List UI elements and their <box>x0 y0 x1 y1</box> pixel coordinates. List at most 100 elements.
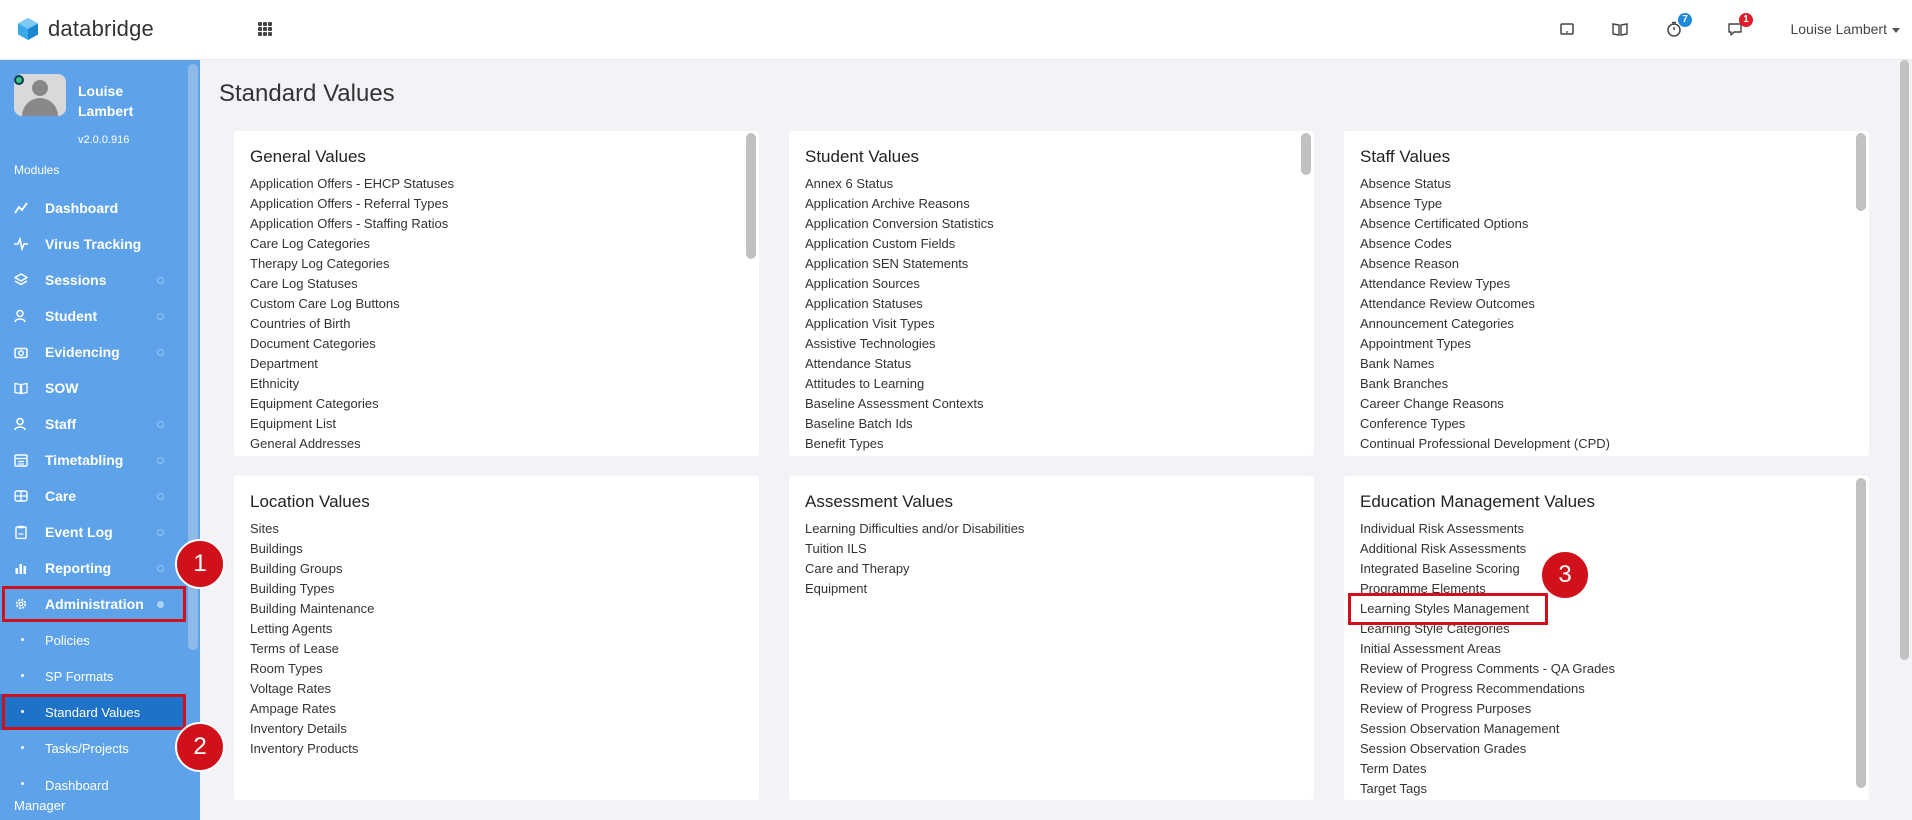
brand[interactable]: databridge <box>16 16 154 42</box>
list-item[interactable]: Bank Branches <box>1360 374 1610 394</box>
sidebar-item-evidencing[interactable]: Evidencing <box>0 334 186 370</box>
user-menu[interactable]: Louise Lambert <box>1790 21 1900 37</box>
list-item[interactable]: Letting Agents <box>250 619 374 639</box>
timer-icon[interactable]: 7 <box>1665 13 1692 38</box>
list-item[interactable]: Equipment <box>805 579 1024 599</box>
sidebar-item-student[interactable]: Student <box>0 298 186 334</box>
list-item[interactable]: Tuition ILS <box>805 539 1024 559</box>
sidebar-item-event-log[interactable]: Event Log <box>0 514 186 550</box>
list-item[interactable]: Document Categories <box>250 334 454 354</box>
list-item[interactable]: Absence Certificated Options <box>1360 214 1610 234</box>
sidebar-subitem-policies[interactable]: Policies <box>0 622 186 658</box>
sidebar-subitem-sp-formats[interactable]: SP Formats <box>0 658 186 694</box>
list-item[interactable]: Individual Risk Assessments <box>1360 519 1615 539</box>
card-scrollbar[interactable] <box>1301 133 1311 175</box>
list-item[interactable]: Building Maintenance <box>250 599 374 619</box>
list-item[interactable]: Career Change Reasons <box>1360 394 1610 414</box>
list-item[interactable]: Buildings <box>250 539 374 559</box>
tablet-icon[interactable] <box>1558 20 1576 38</box>
list-item[interactable]: Benefit Types <box>805 434 994 454</box>
sidebar-subitem-dashboard-manager[interactable]: Dashboard Manager <box>0 766 186 813</box>
list-item[interactable]: Equipment Categories <box>250 394 454 414</box>
list-item[interactable]: Review of Progress Purposes <box>1360 699 1615 719</box>
list-item[interactable]: Application Visit Types <box>805 314 994 334</box>
calendar-icon <box>14 454 28 467</box>
list-item[interactable]: Initial Assessment Areas <box>1360 639 1615 659</box>
list-item[interactable]: Review of Progress Recommendations <box>1360 679 1615 699</box>
list-item[interactable]: Ampage Rates <box>250 699 374 719</box>
chart-line-icon <box>14 202 28 214</box>
list-item[interactable]: Attendance Review Types <box>1360 274 1610 294</box>
list-item[interactable]: Announcement Categories <box>1360 314 1610 334</box>
expand-indicator-icon <box>157 529 164 536</box>
card-scrollbar[interactable] <box>1856 478 1866 788</box>
sidebar-item-timetabling[interactable]: Timetabling <box>0 442 186 478</box>
sidebar-item-reporting[interactable]: Reporting <box>0 550 186 586</box>
sidebar-item-sessions[interactable]: Sessions <box>0 262 186 298</box>
list-item[interactable]: Application Offers - EHCP Statuses <box>250 174 454 194</box>
list-item[interactable]: Application Offers - Staffing Ratios <box>250 214 454 234</box>
list-item[interactable]: Building Types <box>250 579 374 599</box>
list-item[interactable]: Application Conversion Statistics <box>805 214 994 234</box>
sidebar-item-dashboard[interactable]: Dashboard <box>0 190 186 226</box>
list-item[interactable]: Department <box>250 354 454 374</box>
list-item[interactable]: Inventory Details <box>250 719 374 739</box>
expand-indicator-icon <box>157 349 164 356</box>
list-item[interactable]: Review of Progress Comments - QA Grades <box>1360 659 1615 679</box>
list-item[interactable]: Learning Difficulties and/or Disabilitie… <box>805 519 1024 539</box>
sidebar-item-care[interactable]: Care <box>0 478 186 514</box>
list-item[interactable]: Session Observation Grades <box>1360 739 1615 759</box>
list-item[interactable]: Absence Status <box>1360 174 1610 194</box>
users-icon <box>14 417 26 431</box>
list-item[interactable]: Equipment List <box>250 414 454 434</box>
list-item[interactable]: Care and Therapy <box>805 559 1024 579</box>
list-item[interactable]: Appointment Types <box>1360 334 1610 354</box>
list-item[interactable]: Session Observation Management <box>1360 719 1615 739</box>
list-item[interactable]: Care Log Statuses <box>250 274 454 294</box>
book-icon[interactable] <box>1611 20 1629 38</box>
page-scrollbar[interactable] <box>1900 60 1909 660</box>
list-item[interactable]: Assistive Technologies <box>805 334 994 354</box>
list-item[interactable]: Application Statuses <box>805 294 994 314</box>
list-item[interactable]: Ethnicity <box>250 374 454 394</box>
list-item[interactable]: Countries of Birth <box>250 314 454 334</box>
list-item[interactable]: Application Sources <box>805 274 994 294</box>
card-scrollbar[interactable] <box>746 133 756 259</box>
list-item[interactable]: Terms of Lease <box>250 639 374 659</box>
list-item[interactable]: Care Log Categories <box>250 234 454 254</box>
list-item[interactable]: Conference Types <box>1360 414 1610 434</box>
list-item[interactable]: Building Groups <box>250 559 374 579</box>
list-item[interactable]: Therapy Log Categories <box>250 254 454 274</box>
list-item[interactable]: Baseline Assessment Contexts <box>805 394 994 414</box>
top-bar: databridge 7 1 Louise Lambert <box>0 0 1912 60</box>
sidebar-item-staff[interactable]: Staff <box>0 406 186 442</box>
list-item[interactable]: Inventory Products <box>250 739 374 759</box>
list-item[interactable]: Attitudes to Learning <box>805 374 994 394</box>
sidebar-subitem-tasks-projects[interactable]: Tasks/Projects <box>0 730 186 766</box>
list-item[interactable]: Sites <box>250 519 374 539</box>
card-scrollbar[interactable] <box>1856 133 1866 211</box>
list-item[interactable]: Annex 6 Status <box>805 174 994 194</box>
list-item[interactable]: Absence Codes <box>1360 234 1610 254</box>
list-item[interactable]: Application Archive Reasons <box>805 194 994 214</box>
apps-grid-icon[interactable] <box>258 22 272 36</box>
list-item[interactable]: Application Offers - Referral Types <box>250 194 454 214</box>
sidebar-item-virus-tracking[interactable]: Virus Tracking <box>0 226 186 262</box>
list-item[interactable]: Custom Care Log Buttons <box>250 294 454 314</box>
list-item[interactable]: Target Tags <box>1360 779 1615 799</box>
sidebar-item-sow[interactable]: SOW <box>0 370 186 406</box>
chat-icon[interactable]: 1 <box>1726 13 1753 38</box>
list-item[interactable]: Baseline Batch Ids <box>805 414 994 434</box>
list-item[interactable]: Bank Names <box>1360 354 1610 374</box>
list-item[interactable]: General Addresses <box>250 434 454 454</box>
list-item[interactable]: Absence Reason <box>1360 254 1610 274</box>
list-item[interactable]: Application Custom Fields <box>805 234 994 254</box>
list-item[interactable]: Continual Professional Development (CPD) <box>1360 434 1610 454</box>
list-item[interactable]: Attendance Review Outcomes <box>1360 294 1610 314</box>
list-item[interactable]: Voltage Rates <box>250 679 374 699</box>
list-item[interactable]: Application SEN Statements <box>805 254 994 274</box>
list-item[interactable]: Absence Type <box>1360 194 1610 214</box>
list-item[interactable]: Term Dates <box>1360 759 1615 779</box>
list-item[interactable]: Attendance Status <box>805 354 994 374</box>
list-item[interactable]: Room Types <box>250 659 374 679</box>
